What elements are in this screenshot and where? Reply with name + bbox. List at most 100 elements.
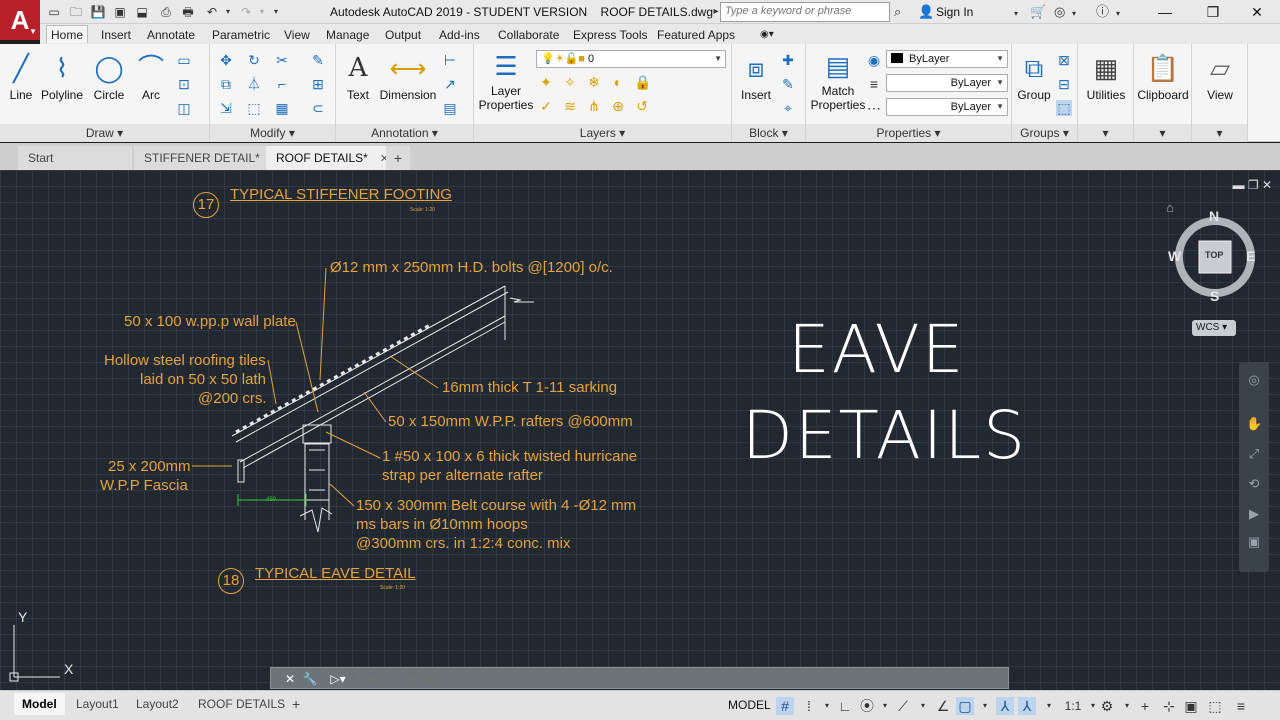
- hatch-icon[interactable]: ⊡: [176, 76, 192, 92]
- zoom-extents-icon[interactable]: ⤢: [1246, 446, 1262, 462]
- layer-merge-icon[interactable]: ⊕: [610, 98, 626, 114]
- leader-icon[interactable]: ↗: [442, 76, 458, 92]
- layer-walk-icon[interactable]: ⋔: [586, 98, 602, 114]
- save-to-cloud-icon[interactable]: ⬓: [134, 4, 150, 20]
- tab-express-tools[interactable]: Express Tools: [569, 26, 651, 44]
- layers-panel-title[interactable]: Layers ▾: [474, 124, 731, 142]
- restore-button[interactable]: ❐: [1190, 0, 1236, 24]
- linear-dimension-icon[interactable]: ⊢: [442, 52, 458, 68]
- annotation-panel-title[interactable]: Annotation ▾: [336, 124, 473, 142]
- annotation-scale-dropdown-icon[interactable]: ▾: [1040, 697, 1058, 715]
- erase-icon[interactable]: ✎: [310, 52, 326, 68]
- linetype-icon[interactable]: ⋯: [866, 100, 882, 116]
- layer-lock-icon[interactable]: 🔒: [634, 74, 651, 90]
- ribbon-options-icon[interactable]: ◉▾: [756, 26, 778, 44]
- polyline-tool[interactable]: ⌇ Polyline: [40, 48, 84, 103]
- search-input[interactable]: [725, 5, 885, 17]
- copy-icon[interactable]: ⧉: [218, 76, 234, 92]
- wcs-menu[interactable]: WCS ▾: [1192, 320, 1236, 336]
- color-wheel-icon[interactable]: ◉: [866, 52, 882, 68]
- pan-hand-icon[interactable]: ✋: [1246, 416, 1262, 432]
- viewport-close-icon[interactable]: ✕: [1262, 178, 1272, 192]
- dimension-tool[interactable]: ⟷ Dimension: [378, 48, 438, 103]
- snap-icon[interactable]: ⁞: [800, 697, 818, 715]
- close-button[interactable]: ✕: [1234, 0, 1280, 24]
- autoscale-icon[interactable]: ⅄: [1018, 697, 1036, 715]
- layer-off-icon[interactable]: ◐: [610, 74, 626, 90]
- compass-west[interactable]: W: [1168, 248, 1181, 264]
- tab-insert[interactable]: Insert: [97, 26, 135, 44]
- ortho-icon[interactable]: ∟: [836, 697, 854, 715]
- object-snap-dropdown-icon[interactable]: ▾: [976, 697, 994, 715]
- customize-icon[interactable]: 🔧: [301, 670, 319, 688]
- lineweight-dropdown[interactable]: ByLayer ▼: [886, 98, 1008, 116]
- polar-dropdown-icon[interactable]: ▾: [876, 697, 894, 715]
- annotation-monitor-icon[interactable]: +: [1136, 697, 1154, 715]
- a360-dropdown-icon[interactable]: ▾: [1072, 6, 1076, 22]
- recent-commands-icon[interactable]: ▷▾: [325, 670, 351, 688]
- command-input[interactable]: [355, 670, 995, 688]
- isolate-objects-icon[interactable]: ⊹: [1160, 697, 1178, 715]
- view-button[interactable]: ▱ View: [1194, 48, 1246, 103]
- layout-tab-layout1[interactable]: Layout1: [68, 693, 127, 715]
- workspace-dropdown-icon[interactable]: ▾: [1118, 697, 1136, 715]
- layer-isolate-icon[interactable]: ✧: [562, 74, 578, 90]
- isodraft-dropdown-icon[interactable]: ▾: [914, 697, 932, 715]
- insert-block-tool[interactable]: ⧈ Insert: [736, 48, 776, 103]
- tab-home[interactable]: Home: [46, 25, 89, 43]
- compass-south[interactable]: S: [1210, 288, 1219, 304]
- modify-panel-title[interactable]: Modify ▾: [210, 124, 335, 142]
- object-snap-icon[interactable]: ▢: [956, 697, 974, 715]
- tab-featured-apps[interactable]: Featured Apps: [653, 26, 739, 44]
- draw-panel-title[interactable]: Draw ▾: [0, 124, 209, 142]
- snap-dropdown-icon[interactable]: ▾: [818, 697, 836, 715]
- polar-icon[interactable]: ⦿: [858, 697, 876, 715]
- grid-icon[interactable]: #: [776, 697, 794, 715]
- layout-tab-layout2[interactable]: Layout2: [128, 693, 187, 715]
- plot-icon[interactable]: ⎙: [158, 4, 174, 20]
- ungroup-icon[interactable]: ⊠: [1056, 52, 1072, 68]
- line-tool[interactable]: ╱ Line: [6, 48, 36, 103]
- help-dropdown-icon[interactable]: ▾: [1116, 6, 1120, 22]
- layout-tab-model[interactable]: Model: [14, 693, 65, 715]
- layer-previous-icon[interactable]: ↺: [634, 98, 650, 114]
- workspace-gear-icon[interactable]: ⚙: [1098, 697, 1116, 715]
- compass-north[interactable]: N: [1209, 208, 1219, 224]
- cart-icon[interactable]: 🛒: [1030, 4, 1046, 20]
- hardware-acceleration-icon[interactable]: ▣: [1182, 697, 1200, 715]
- undo-dropdown-icon[interactable]: ▾: [220, 4, 236, 20]
- customize-qat-icon[interactable]: ▾: [268, 4, 284, 20]
- new-file-icon[interactable]: ▭: [46, 4, 62, 20]
- group-edit-icon[interactable]: ⊟: [1056, 76, 1072, 92]
- trim-icon[interactable]: ✂: [274, 52, 290, 68]
- arc-tool[interactable]: ⌒ Arc: [134, 48, 168, 103]
- group-selection-icon[interactable]: ⬚: [1056, 100, 1072, 116]
- mirror-icon[interactable]: ⏃: [246, 76, 262, 92]
- edit-block-icon[interactable]: ✎: [780, 76, 796, 92]
- close-command-line-icon[interactable]: ✕: [281, 670, 299, 688]
- viewport-restore-icon[interactable]: ❐: [1248, 178, 1262, 192]
- annotation-scale-value[interactable]: 1:1: [1062, 697, 1084, 715]
- tab-view[interactable]: View: [280, 26, 314, 44]
- tab-add-ins[interactable]: Add-ins: [435, 26, 484, 44]
- undo-icon[interactable]: ↶: [204, 4, 220, 20]
- viewport-minimize-icon[interactable]: ▬: [1233, 178, 1248, 192]
- scale-icon[interactable]: ⬚: [246, 100, 262, 116]
- match-layer-icon[interactable]: ≋: [562, 98, 578, 114]
- redo-icon[interactable]: ↷: [238, 4, 254, 20]
- gradient-icon[interactable]: ◫: [176, 100, 192, 116]
- layout-tab-roof-details[interactable]: ROOF DETAILS: [190, 693, 293, 715]
- viewcube[interactable]: N S E W TOP: [1168, 208, 1258, 304]
- isodraft-icon[interactable]: ⟋: [894, 697, 912, 715]
- annotation-visibility-icon[interactable]: ⅄: [996, 697, 1014, 715]
- utilities-expander[interactable]: ▾: [1078, 124, 1133, 142]
- properties-panel-title[interactable]: Properties ▾: [806, 124, 1011, 142]
- tab-output[interactable]: Output: [381, 26, 425, 44]
- tab-start[interactable]: Start: [18, 146, 132, 170]
- group-tool[interactable]: ⧉ Group: [1014, 48, 1054, 103]
- color-dropdown[interactable]: ByLayer ▼: [886, 50, 1008, 68]
- lineweight-icon[interactable]: ≡: [866, 76, 882, 92]
- minimize-button[interactable]: —: [1142, 0, 1188, 24]
- home-view-icon[interactable]: ⌂: [1162, 200, 1178, 216]
- explode-icon[interactable]: ⊞: [310, 76, 326, 92]
